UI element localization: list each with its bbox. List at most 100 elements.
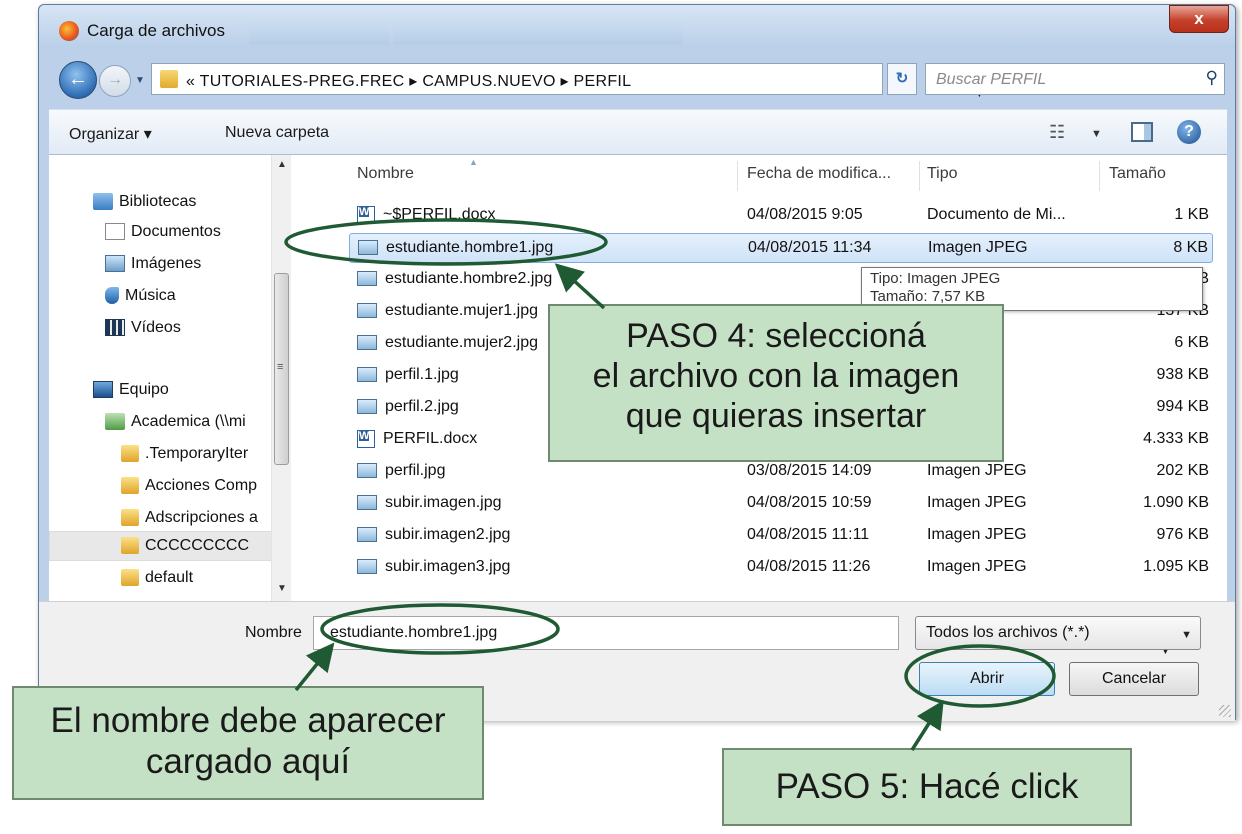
file-name[interactable]: subir.imagen3.jpg (385, 558, 510, 575)
file-type-select[interactable]: Todos los archivos (*.*) ▼ (915, 616, 1201, 650)
library-icon (93, 193, 113, 211)
resize-grip[interactable] (1219, 705, 1231, 717)
file-name-cell[interactable]: perfil.jpg (357, 462, 445, 480)
file-date-cell: 03/08/2015 14:09 (747, 462, 872, 479)
preview-pane-icon[interactable] (1131, 122, 1153, 142)
scroll-down-icon[interactable]: ▼ (277, 583, 287, 594)
recent-locations-dropdown[interactable]: ▼ (135, 75, 145, 86)
file-name[interactable]: ~$PERFIL.docx (383, 206, 496, 223)
sidebar-item-bibliotecas[interactable]: Bibliotecas (93, 189, 196, 215)
pictures-icon (105, 255, 125, 273)
file-name-cell[interactable]: subir.imagen.jpg (357, 494, 502, 512)
title-bar[interactable]: Carga de archivos x (39, 5, 1235, 49)
column-header-size[interactable]: Tamaño (1109, 165, 1166, 183)
sidebar-item-label: Acciones Comp (145, 477, 258, 494)
file-name[interactable]: estudiante.hombre2.jpg (385, 270, 552, 287)
file-name[interactable]: subir.imagen2.jpg (385, 526, 510, 543)
table-row[interactable]: subir.imagen3.jpg 04/08/2015 11:26 Imagen … (349, 553, 1213, 583)
column-header-name[interactable]: Nombre (357, 165, 414, 183)
file-name-cell[interactable]: estudiante.hombre2.jpg (357, 270, 552, 288)
filename-field[interactable]: estudiante.hombre1.jpg ▼ (313, 616, 1171, 657)
file-name-cell[interactable]: estudiante.hombre1.jpg (358, 239, 553, 257)
file-type-value[interactable]: Todos los archivos (*.*) (926, 624, 1090, 642)
back-button[interactable]: ← (59, 61, 97, 99)
sidebar-item-default[interactable]: default (121, 565, 193, 591)
image-file-icon (357, 399, 377, 415)
file-size-cell: 976 KB (1156, 526, 1209, 543)
file-name-cell[interactable]: subir.imagen2.jpg (357, 526, 510, 544)
table-row[interactable]: ~$PERFIL.docx 04/08/2015 9:05 Documento de… (349, 201, 1213, 231)
view-options-icon[interactable]: ☷ (1049, 122, 1065, 143)
sidebar-item-documentos[interactable]: Documentos (105, 219, 221, 245)
sidebar-item-imagenes[interactable]: Imágenes (105, 251, 201, 277)
sidebar-item-label: Documentos (131, 223, 221, 240)
address-bar: ← → ▼ « TUTORIALES-PREG.FREC ▸ CAMPUS.NU… (39, 49, 1235, 109)
sidebar-item-temporaryiter[interactable]: .TemporaryIter (121, 441, 248, 467)
file-name-cell[interactable]: PERFIL.docx (357, 430, 477, 448)
file-date-cell: 04/08/2015 9:05 (747, 206, 863, 223)
breadcrumb[interactable]: « TUTORIALES-PREG.FREC ▸ CAMPUS.NUEVO ▸ … (151, 63, 985, 100)
file-name[interactable]: estudiante.hombre1.jpg (386, 239, 553, 256)
file-date-cell: 04/08/2015 11:34 (748, 239, 872, 256)
file-name-cell[interactable]: ~$PERFIL.docx (357, 206, 496, 224)
breadcrumb-path[interactable]: « TUTORIALES-PREG.FREC ▸ CAMPUS.NUEVO ▸ … (186, 71, 631, 91)
music-icon (105, 287, 119, 305)
file-size-cell: 202 KB (1156, 462, 1209, 479)
sidebar-item-acciones[interactable]: Acciones Comp (121, 473, 257, 499)
chevron-down-icon[interactable]: ▼ (1091, 128, 1102, 140)
word-document-icon (357, 206, 375, 224)
file-name-cell[interactable]: estudiante.mujer1.jpg (357, 302, 538, 320)
sort-ascending-icon: ▲ (469, 157, 478, 167)
forward-button[interactable]: → (99, 65, 131, 97)
file-name[interactable]: PERFIL.docx (383, 430, 477, 447)
file-name[interactable]: subir.imagen.jpg (385, 494, 502, 511)
file-date-cell: 04/08/2015 11:11 (747, 526, 870, 543)
file-name[interactable]: perfil.1.jpg (385, 366, 459, 383)
cancel-button[interactable]: Cancelar (1069, 662, 1199, 696)
sidebar-item-academica[interactable]: Academica (\\mi (105, 409, 246, 435)
refresh-button[interactable]: ↻ (887, 63, 917, 95)
sidebar-item-ccccccccc[interactable]: CCCCCCCCC (121, 533, 249, 559)
scroll-up-icon[interactable]: ▲ (277, 159, 287, 170)
file-name-cell[interactable]: subir.imagen3.jpg (357, 558, 510, 576)
column-divider[interactable] (919, 161, 920, 191)
search-input[interactable]: Buscar PERFIL ⚲ (925, 63, 1225, 95)
sidebar-item-equipo[interactable]: Equipo (93, 377, 169, 403)
file-name[interactable]: perfil.2.jpg (385, 398, 459, 415)
sidebar-item-musica[interactable]: Música (105, 283, 176, 309)
filename-value[interactable]: estudiante.hombre1.jpg (330, 624, 497, 642)
column-header-type[interactable]: Tipo (927, 165, 958, 183)
firefox-icon (59, 21, 79, 41)
sidebar-item-label: default (145, 569, 194, 586)
file-name-cell[interactable]: estudiante.mujer2.jpg (357, 334, 538, 352)
step5-callout: PASO 5: Hacé click (722, 748, 1132, 826)
help-icon[interactable]: ? (1177, 120, 1201, 144)
search-icon[interactable]: ⚲ (1206, 68, 1218, 88)
column-header-date[interactable]: Fecha de modifica... (747, 165, 891, 183)
sidebar-item-adscripciones[interactable]: Adscripciones a (121, 505, 258, 531)
sidebar-item-label: Música (125, 287, 176, 304)
organize-menu-button[interactable]: Organizar ▾ (69, 124, 152, 144)
chevron-down-icon[interactable]: ▼ (1181, 629, 1192, 641)
computer-icon (93, 381, 113, 399)
sidebar-item-label: Vídeos (131, 319, 181, 336)
sidebar-item-videos[interactable]: Vídeos (105, 315, 181, 341)
file-name-cell[interactable]: perfil.2.jpg (357, 398, 459, 416)
file-name[interactable]: estudiante.mujer1.jpg (385, 302, 538, 319)
network-drive-icon (105, 413, 125, 431)
table-row[interactable]: subir.imagen.jpg 04/08/2015 10:59 Imagen J… (349, 489, 1213, 519)
file-name-cell[interactable]: perfil.1.jpg (357, 366, 459, 384)
new-folder-button[interactable]: Nueva carpeta (225, 124, 329, 142)
open-button[interactable]: Abrir (919, 662, 1055, 696)
column-divider[interactable] (737, 161, 738, 191)
file-name[interactable]: perfil.jpg (385, 462, 445, 479)
column-divider[interactable] (1099, 161, 1100, 191)
nav-scrollbar[interactable]: ▲ ≡ ▼ (271, 155, 291, 601)
folder-icon (121, 445, 139, 463)
file-type-cell: Imagen JPEG (928, 239, 1028, 256)
close-button[interactable]: x (1169, 5, 1229, 33)
selected-table-row[interactable]: estudiante.hombre1.jpg 04/08/2015 11:34 Im… (349, 233, 1213, 263)
navigation-pane: Bibliotecas Documentos Imágenes Música V… (49, 155, 291, 601)
table-row[interactable]: subir.imagen2.jpg 04/08/2015 11:11 Imagen … (349, 521, 1213, 551)
file-name[interactable]: estudiante.mujer2.jpg (385, 334, 538, 351)
